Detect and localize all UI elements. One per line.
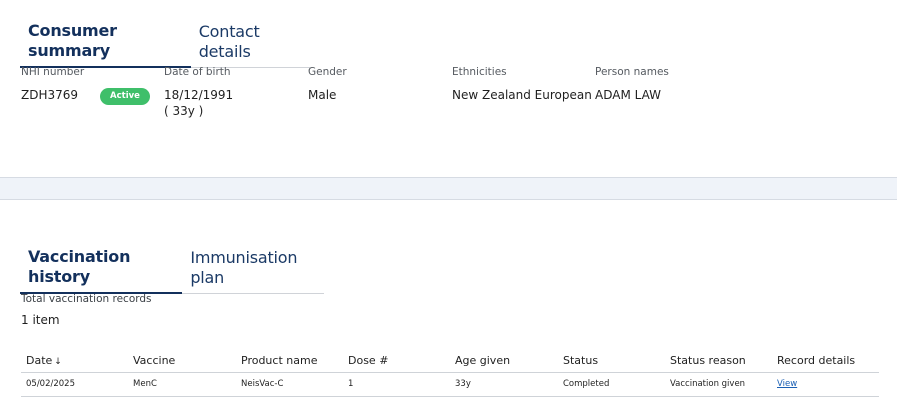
status-badge: Active [100,88,150,105]
records-count: 1 item [21,313,60,327]
vaccination-table: Date ↓ Vaccine Product name Dose # Age gi… [21,349,879,397]
cell-dose: 1 [348,379,354,389]
table-row: 05/02/2025 MenC NeisVac-C 1 33y Complete… [21,373,879,397]
ethnicities-value: New Zealand European [452,88,592,102]
nhi-label: NHI number [21,66,85,78]
cell-status: Completed [563,379,610,389]
cell-date: 05/02/2025 [26,379,75,389]
cell-age-given: 33y [455,379,471,389]
column-header-date[interactable]: Date ↓ [26,354,62,367]
sort-down-icon: ↓ [54,357,62,367]
cell-status-reason: Vaccination given [670,379,746,389]
gender-value: Male [308,88,337,102]
column-header-record-details: Record details [777,354,856,367]
dob-field: Date of birth 18/12/1991 ( 33y ) [164,66,304,119]
records-label: Total vaccination records [21,293,152,305]
dob-value: 18/12/1991 [164,88,234,102]
column-header-vaccine: Vaccine [133,354,176,367]
history-tabs: Vaccination history Immunisation plan [20,247,324,294]
cell-product-name: NeisVac-C [241,379,284,389]
person-names-value: ADAM LAW [595,88,661,102]
view-record-link[interactable]: View [777,379,797,389]
tab-consumer-summary[interactable]: Consumer summary [20,21,191,68]
tab-contact-details[interactable]: Contact details [191,22,310,67]
person-names-label: Person names [595,66,669,78]
column-header-product-name: Product name [241,354,318,367]
consumer-tabs: Consumer summary Contact details [20,21,310,68]
section-divider [0,177,897,200]
dob-label: Date of birth [164,66,231,78]
tab-immunisation-plan[interactable]: Immunisation plan [182,248,324,293]
column-header-status-reason: Status reason [670,354,746,367]
cell-vaccine: MenC [133,379,157,389]
age-value: ( 33y ) [164,104,204,118]
column-header-dose: Dose # [348,354,389,367]
nhi-field: NHI number ZDH3769 Active [21,66,161,105]
nhi-value: ZDH3769 [21,88,79,102]
ethnicities-field: Ethnicities New Zealand European [452,66,602,103]
column-header-age-given: Age given [455,354,511,367]
ethnicities-label: Ethnicities [452,66,507,78]
person-names-field: Person names ADAM LAW [595,66,745,103]
gender-field: Gender Male [308,66,448,103]
column-header-status: Status [563,354,599,367]
tab-vaccination-history[interactable]: Vaccination history [20,247,183,294]
table-header: Date ↓ Vaccine Product name Dose # Age gi… [21,349,879,373]
gender-label: Gender [308,66,347,78]
